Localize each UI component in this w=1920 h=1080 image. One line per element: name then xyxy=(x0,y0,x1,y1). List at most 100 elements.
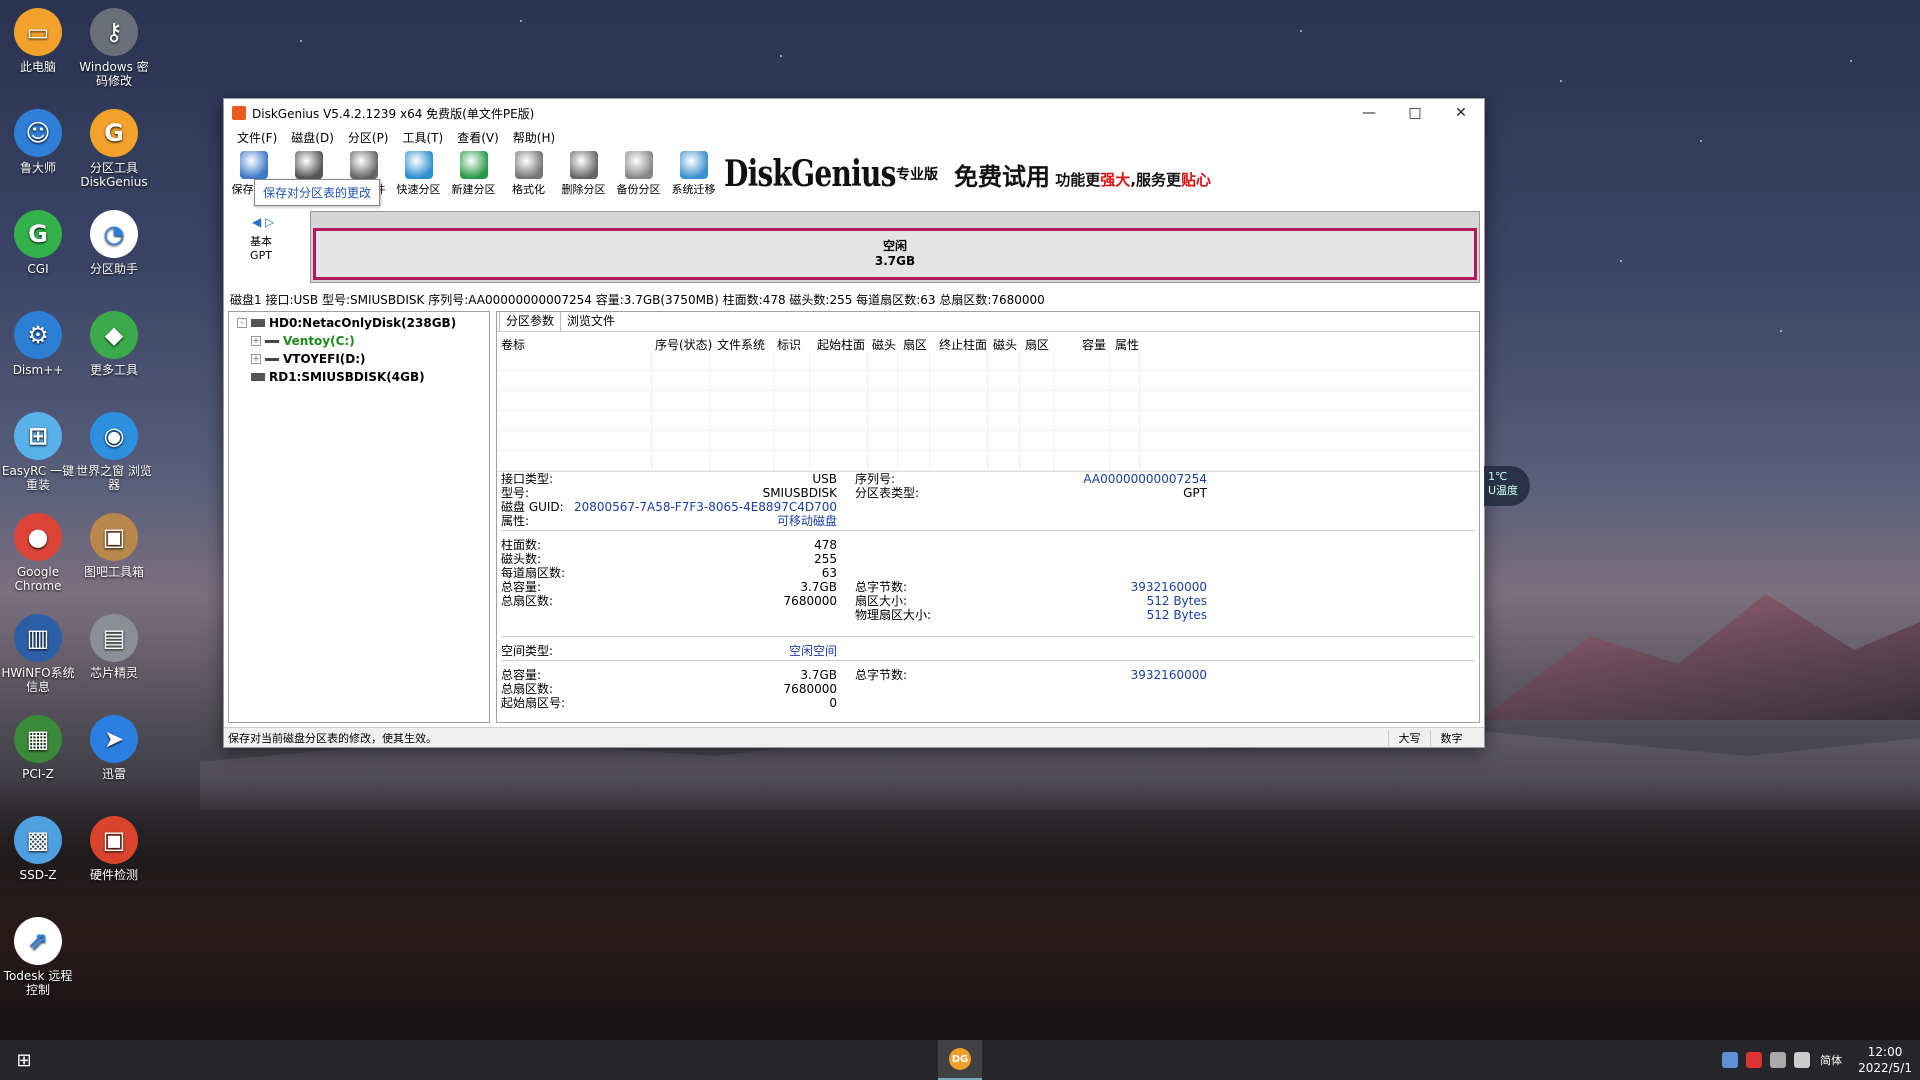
menu-disk[interactable]: 磁盘(D) xyxy=(284,129,341,146)
key-icon: ⚷ xyxy=(90,8,138,56)
toolbar-button[interactable]: 格式化 xyxy=(501,149,556,199)
menu-help[interactable]: 帮助(H) xyxy=(506,129,562,146)
ssdz-icon: ▩ xyxy=(14,816,62,864)
desktop-icon[interactable]: ◆ 更多工具 xyxy=(76,311,152,377)
disk-properties: 接口类型: USB 序列号: AA00000000007254 型号: SMIUSBDIS… xyxy=(497,472,1479,722)
new-partition-icon xyxy=(459,151,488,179)
desktop-icon[interactable]: ⚷ Windows 密码修改 xyxy=(76,8,152,88)
property-label: 柱面数: xyxy=(501,538,542,552)
usb-icon[interactable] xyxy=(1770,1052,1787,1068)
column-header[interactable]: 文件系统 xyxy=(717,336,765,353)
column-header[interactable]: 卷标 xyxy=(501,336,525,353)
column-header[interactable]: 容量 xyxy=(1082,336,1106,353)
save-icon xyxy=(239,151,268,179)
volume-icon[interactable] xyxy=(1794,1052,1811,1068)
toolbar-button-label: 删除分区 xyxy=(561,183,606,196)
column-header[interactable]: 磁头 xyxy=(872,336,896,353)
format-icon xyxy=(514,151,543,179)
column-header[interactable]: 磁头 xyxy=(993,336,1017,353)
menu-partition[interactable]: 分区(P) xyxy=(341,129,396,146)
xunlei-icon: ➤ xyxy=(90,715,138,763)
column-header[interactable]: 扇区 xyxy=(1025,336,1049,353)
diskgenius-window[interactable]: DiskGenius V5.4.2.1239 x64 免费版(单文件PE版) —… xyxy=(223,98,1485,748)
menu-tools[interactable]: 工具(T) xyxy=(396,129,451,146)
diskgenius-icon: G xyxy=(90,109,138,157)
pciz-icon: ▦ xyxy=(14,715,62,763)
desktop-icon[interactable]: ◔ 分区助手 xyxy=(76,210,152,276)
column-header[interactable]: 终止柱面 xyxy=(939,336,987,353)
column-header[interactable]: 扇区 xyxy=(903,336,927,353)
desktop-icon-label: 分区助手 xyxy=(89,262,138,276)
desktop-icon[interactable]: ◉ 世界之窗 浏览器 xyxy=(76,412,152,492)
desktop-icon[interactable]: ▦ PCI-Z xyxy=(0,715,76,781)
tree-disk-node[interactable]: RD1:SMIUSBDISK(4GB) xyxy=(233,368,485,386)
table-row xyxy=(497,370,1479,371)
menu-bar: 文件(F) 磁盘(D) 分区(P) 工具(T) 查看(V) 帮助(H) xyxy=(224,127,1484,147)
property-label: 接口类型: xyxy=(501,472,554,486)
column-header[interactable]: 起始柱面 xyxy=(817,336,865,353)
toolbar-button[interactable]: 快速分区 xyxy=(391,149,446,199)
disk-nav-arrows[interactable]: ◀ ▷ xyxy=(252,215,274,229)
property-value: 7680000 xyxy=(783,594,837,608)
desktop-icon[interactable]: ➤ 迅雷 xyxy=(76,715,152,781)
banner-logo: DiskGenius xyxy=(724,153,896,195)
tree-expander-icon[interactable]: + xyxy=(251,336,261,346)
desktop-icon[interactable]: ● Google Chrome xyxy=(0,513,76,593)
property-label: 总字节数: xyxy=(855,580,908,594)
maximize-button[interactable]: □ xyxy=(1392,99,1438,127)
diskgenius-banner[interactable]: DiskGenius 专业版 免费试用 功能更强大,服务更贴心 xyxy=(724,149,1219,199)
security-icon[interactable] xyxy=(1746,1052,1763,1068)
tree-expander-icon[interactable]: + xyxy=(251,354,261,364)
property-label: 序列号: xyxy=(855,472,896,486)
table-row xyxy=(497,450,1479,451)
desktop-icon[interactable]: ⚙ Dism++ xyxy=(0,311,76,377)
free-space-segment[interactable]: 空闲 3.7GB xyxy=(313,228,1477,280)
input-language[interactable]: 简体 xyxy=(1820,1052,1842,1068)
desktop-icon[interactable]: ▭ 此电脑 xyxy=(0,8,76,74)
tree-partition-node[interactable]: + VTOYEFI(D:) xyxy=(233,350,485,368)
clock[interactable]: 12:00 2022/5/1 xyxy=(1858,1044,1912,1076)
delete-partition-icon xyxy=(569,151,598,179)
disk-partition-bar[interactable]: 空闲 3.7GB xyxy=(310,211,1480,283)
close-button[interactable]: ✕ xyxy=(1438,99,1484,127)
desktop-icon[interactable]: ▩ SSD-Z xyxy=(0,816,76,882)
menu-file[interactable]: 文件(F) xyxy=(230,129,284,146)
desktop-icon[interactable]: ▣ 图吧工具箱 xyxy=(76,513,152,579)
column-header[interactable]: 属性 xyxy=(1115,336,1139,353)
property-value: 512 Bytes xyxy=(1146,608,1207,622)
windows-start-icon[interactable]: ⊞ xyxy=(0,1040,48,1080)
network-icon[interactable] xyxy=(1722,1052,1739,1068)
desktop-icon[interactable]: G 分区工具DiskGenius xyxy=(76,109,152,189)
desktop-icon[interactable]: ⊞ EasyRC 一键重装 xyxy=(0,412,76,492)
toolbar-button[interactable]: 系统迁移 xyxy=(666,149,721,199)
tree-disk-node[interactable]: - HD0:NetacOnlyDisk(238GB) xyxy=(233,314,485,332)
system-tray: 简体 12:00 2022/5/1 xyxy=(1718,1040,1912,1080)
toolbar-button[interactable]: 删除分区 xyxy=(556,149,611,199)
tab-partition-params[interactable]: 分区参数 xyxy=(499,312,562,331)
desktop-icon[interactable]: G CGI xyxy=(0,210,76,276)
disk-icon xyxy=(251,373,265,381)
column-header[interactable]: 标识 xyxy=(777,336,801,353)
tree-partition-node[interactable]: + Ventoy(C:) xyxy=(233,332,485,350)
property-label: 每道扇区数: xyxy=(501,566,566,580)
toolbar-button[interactable]: 备份分区 xyxy=(611,149,666,199)
menu-view[interactable]: 查看(V) xyxy=(450,129,506,146)
property-label: 总扇区数: xyxy=(501,682,554,696)
desktop-icon[interactable]: ⇗ Todesk 远程控制 xyxy=(0,917,76,997)
partition-assistant-icon: ◔ xyxy=(90,210,138,258)
column-header[interactable]: 序号(状态) xyxy=(655,336,712,353)
tree-expander-icon[interactable]: - xyxy=(237,318,247,328)
toolbar-button[interactable]: 新建分区 xyxy=(446,149,501,199)
toolbar-button-label: 系统迁移 xyxy=(671,183,716,196)
desktop-icon[interactable]: ▤ 芯片精灵 xyxy=(76,614,152,680)
title-bar[interactable]: DiskGenius V5.4.2.1239 x64 免费版(单文件PE版) —… xyxy=(224,99,1484,127)
desktop-icon-label: EasyRC 一键重装 xyxy=(1,464,75,492)
property-value: 可移动磁盘 xyxy=(776,514,837,528)
taskbar-diskgenius[interactable]: DG xyxy=(938,1040,982,1080)
cpu-temp-widget[interactable]: 1℃ U温度 xyxy=(1484,466,1530,506)
tab-browse-files[interactable]: 浏览文件 xyxy=(561,312,621,331)
minimize-button[interactable]: — xyxy=(1346,99,1392,127)
desktop-icon[interactable]: ▣ 硬件检测 xyxy=(76,816,152,882)
desktop-icon[interactable]: ▥ HWiNFO系统信息 xyxy=(0,614,76,694)
desktop-icon[interactable]: ☺ 鲁大师 xyxy=(0,109,76,175)
